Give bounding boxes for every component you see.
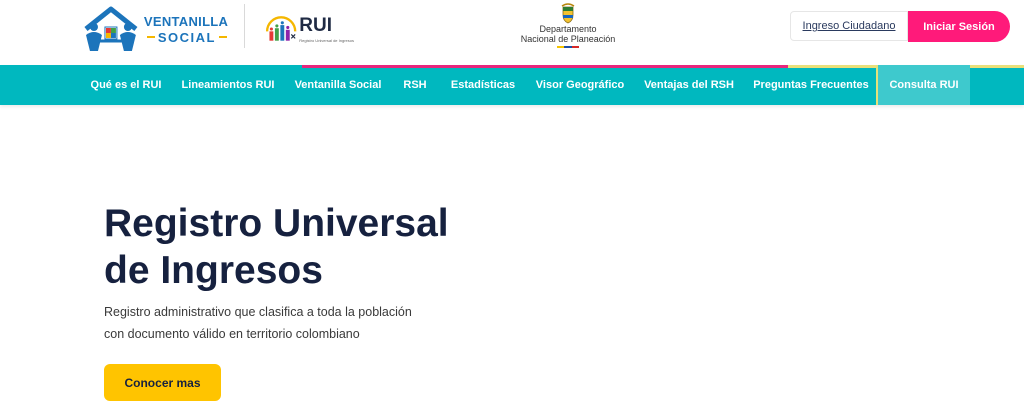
rui-people-icon <box>265 16 297 41</box>
nav-item-ventanilla-social[interactable]: Ventanilla Social <box>288 65 388 105</box>
hero-description-line1: Registro administrativo que clasifica a … <box>104 305 412 319</box>
nav-item-lineamientos-rui[interactable]: Lineamientos RUI <box>177 65 279 105</box>
rui-logo-subtitle: Registro Universal de Ingresos <box>299 38 354 43</box>
hero-title-line2: de Ingresos <box>104 249 323 292</box>
nav-item-ventajas-del-rsh[interactable]: Ventajas del RSH <box>638 65 740 105</box>
hero-description: Registro administrativo que clasifica a … <box>104 301 424 345</box>
nav-item-que-es-el-rui[interactable]: Qué es el RUI <box>84 65 168 105</box>
conocer-mas-button[interactable]: Conocer mas <box>104 364 221 401</box>
hero-title: Registro Universal de Ingresos <box>104 200 524 294</box>
colombia-coat-of-arms-icon <box>561 3 575 24</box>
colombia-flag-stripe <box>557 46 579 48</box>
iniciar-sesion-button[interactable]: Iniciar Sesión <box>908 11 1010 42</box>
hero-title-line1: Registro Universal <box>104 202 449 245</box>
logo-divider <box>244 4 245 48</box>
ventanilla-logo-line2: SOCIAL <box>144 31 230 44</box>
ventanilla-logo-line2-text: SOCIAL <box>157 29 216 45</box>
rui-logo-word: RUI <box>299 15 333 36</box>
nav-item-estadisticas[interactable]: Estadísticas <box>444 65 522 105</box>
ventanilla-social-logo[interactable]: VENTANILLA SOCIAL <box>80 4 230 54</box>
ingreso-ciudadano-link[interactable]: Ingreso Ciudadano <box>790 11 908 41</box>
ventanilla-house-icon <box>84 6 138 51</box>
nav-item-rsh[interactable]: RSH <box>397 65 433 105</box>
nav-item-preguntas-frecuentes[interactable]: Preguntas Frecuentes <box>749 65 873 105</box>
dnp-logo-line1: Departamento <box>539 24 597 34</box>
nav-item-consulta-rui[interactable]: Consulta RUI <box>876 65 970 105</box>
dnp-logo[interactable]: Departamento Nacional de Planeación <box>512 2 624 52</box>
rui-logo[interactable]: RUI Registro Universal de Ingresos <box>264 12 354 46</box>
dnp-logo-line2: Nacional de Planeación <box>520 34 616 44</box>
hero-description-line2: con documento válido en territorio colom… <box>104 327 360 341</box>
nav-item-visor-geografico[interactable]: Visor Geográfico <box>530 65 630 105</box>
ventanilla-logo-line1: VENTANILLA <box>143 13 229 29</box>
